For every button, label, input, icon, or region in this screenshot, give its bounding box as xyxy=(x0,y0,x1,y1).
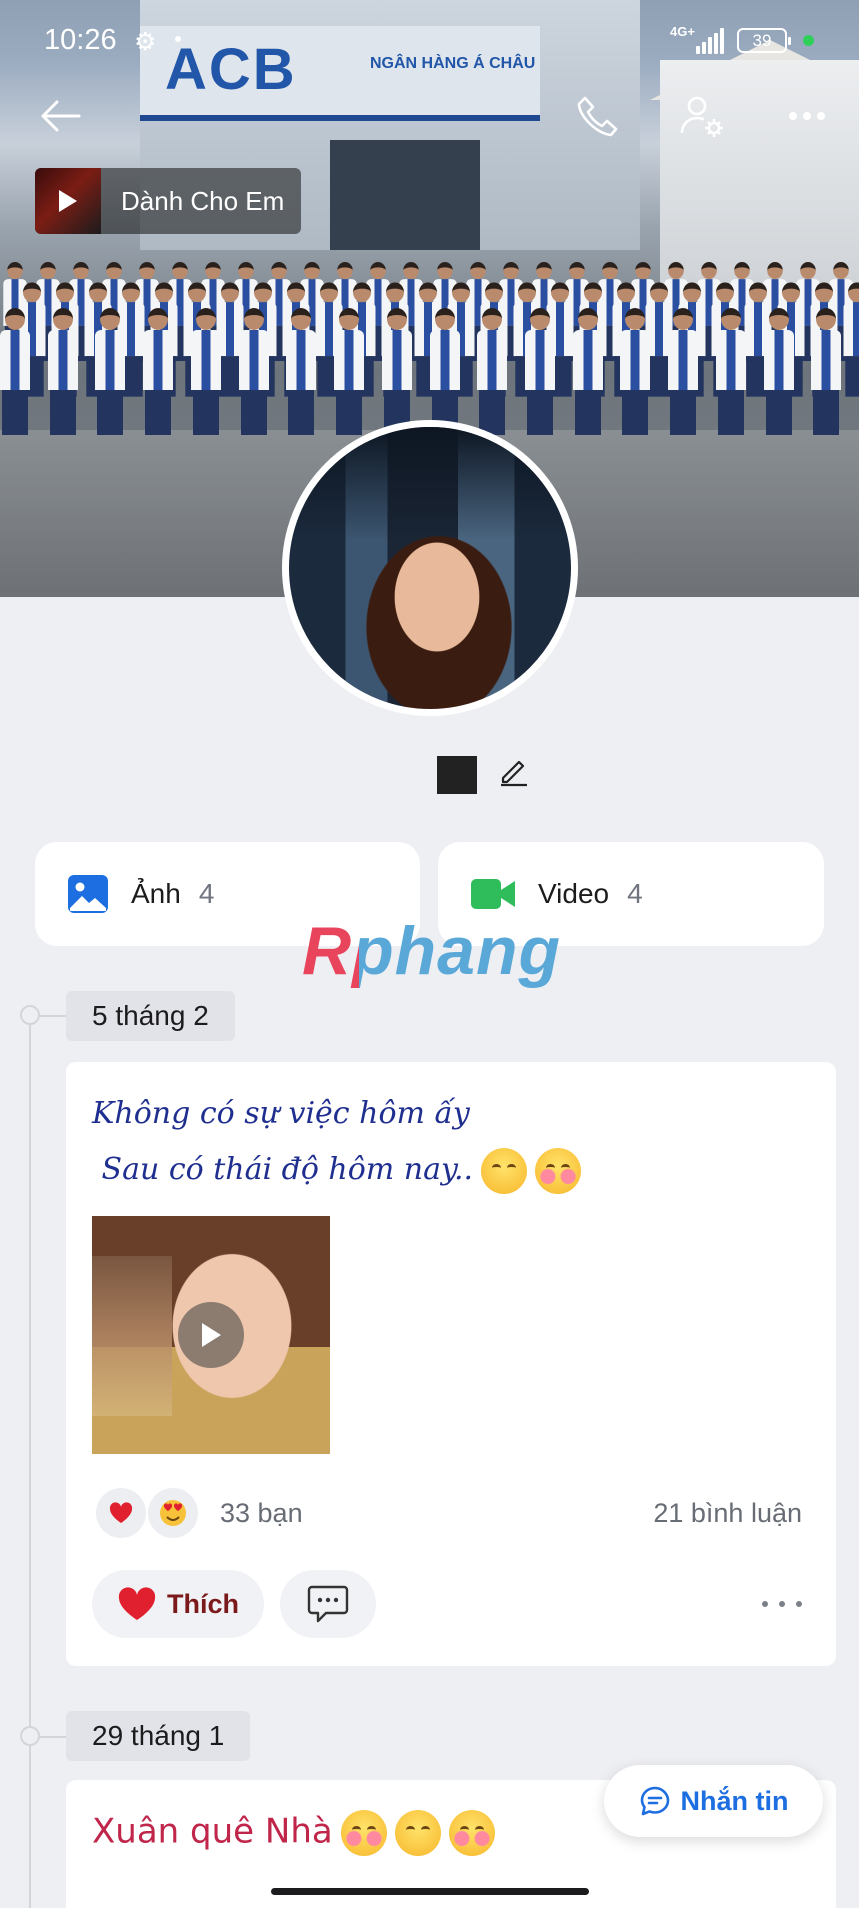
cover-person xyxy=(811,308,842,435)
cover-person xyxy=(381,308,412,435)
date-chip: 5 tháng 2 xyxy=(66,991,235,1041)
cover-person xyxy=(620,308,651,435)
status-network: 4G+ xyxy=(670,24,695,39)
cover-bank-name: NGÂN HÀNG Á CHÂU xyxy=(370,55,536,72)
post-text: Xuân quê Nhà xyxy=(92,1810,495,1856)
blush-emoji-icon xyxy=(340,1810,387,1856)
like-label: Thích xyxy=(167,1588,239,1619)
status-settings-icon: ⚙ xyxy=(134,28,157,56)
timeline-line xyxy=(29,1015,31,1908)
reactions-summary[interactable]: 33 bạn xyxy=(96,1488,303,1538)
smile-emoji-icon xyxy=(394,1810,441,1856)
reactions-count: 33 bạn xyxy=(220,1497,303,1528)
cover-crowd xyxy=(0,230,859,435)
home-indicator[interactable] xyxy=(271,1888,589,1895)
heart-icon xyxy=(118,1587,156,1620)
cover-sign-text: ACB xyxy=(165,37,297,102)
back-arrow-icon[interactable] xyxy=(34,90,86,142)
cover-person xyxy=(668,308,699,435)
cover-person xyxy=(334,308,365,435)
heart-eyes-reaction-icon xyxy=(148,1488,198,1538)
tab-videos-label: Video xyxy=(538,878,610,909)
timeline-dot xyxy=(20,1005,40,1025)
post-text-line2: Sau có thái độ hôm nay.. xyxy=(92,1152,474,1187)
redacted-name-block xyxy=(437,756,477,794)
like-button[interactable]: Thích xyxy=(92,1570,264,1638)
play-icon[interactable] xyxy=(178,1302,244,1368)
message-button[interactable]: Nhắn tin xyxy=(604,1765,823,1837)
chat-bubble-icon xyxy=(640,1786,669,1816)
cover-person xyxy=(190,308,221,435)
timeline-dot xyxy=(20,1726,40,1746)
comment-icon xyxy=(307,1585,349,1623)
battery-icon: 39 xyxy=(737,28,791,53)
watermark: Rphang xyxy=(302,913,562,989)
cover-person xyxy=(0,308,30,435)
music-title: Dành Cho Em xyxy=(121,185,285,216)
status-dot-icon xyxy=(175,36,181,42)
comments-count[interactable]: 21 bình luận xyxy=(653,1498,802,1529)
video-camera-icon xyxy=(471,879,515,909)
cover-person xyxy=(477,308,508,435)
smile-emoji-icon xyxy=(481,1148,528,1194)
message-button-label: Nhắn tin xyxy=(680,1785,789,1816)
cover-person xyxy=(572,308,603,435)
post-text-content: Xuân quê Nhà xyxy=(92,1811,333,1852)
post-more-icon[interactable] xyxy=(762,1592,802,1616)
cover-person xyxy=(95,308,126,435)
post-video-thumbnail[interactable] xyxy=(92,1216,330,1454)
post-card[interactable]: Không có sự việc hôm ấy Sau có thái độ h… xyxy=(66,1062,836,1666)
post-text: Không có sự việc hôm ấy Sau có thái độ h… xyxy=(92,1086,582,1198)
user-settings-icon[interactable] xyxy=(676,90,728,142)
cover-person xyxy=(763,308,794,435)
profile-music-chip[interactable]: Dành Cho Em xyxy=(35,168,301,234)
status-indicator-icon xyxy=(803,35,814,46)
play-icon xyxy=(59,190,77,212)
cover-person xyxy=(429,308,460,435)
cover-person xyxy=(843,282,859,397)
cover-person xyxy=(47,308,78,435)
pencil-edit-icon[interactable] xyxy=(497,754,531,788)
heart-reaction-icon xyxy=(96,1488,146,1538)
timeline-connector xyxy=(40,1736,66,1738)
music-thumbnail xyxy=(35,168,101,234)
tab-videos-count: 4 xyxy=(627,878,643,909)
more-options-icon[interactable] xyxy=(781,90,833,142)
timeline-connector xyxy=(40,1015,66,1017)
post-text-line1: Không có sự việc hôm ấy xyxy=(92,1096,470,1131)
phone-icon[interactable] xyxy=(571,90,623,142)
cover-person xyxy=(715,308,746,435)
cover-person xyxy=(524,308,555,435)
avatar[interactable] xyxy=(282,420,578,716)
cover-person xyxy=(143,308,174,435)
signal-icon xyxy=(696,28,726,54)
cover-person xyxy=(238,308,269,435)
tab-photos-count: 4 xyxy=(198,878,215,909)
cover-person xyxy=(286,308,317,435)
blush-emoji-icon xyxy=(535,1148,582,1194)
comment-button[interactable] xyxy=(280,1570,376,1638)
tab-photos-label: Ảnh xyxy=(131,878,181,909)
blush-emoji-icon xyxy=(448,1810,495,1856)
image-icon xyxy=(68,875,108,913)
status-time: 10:26 xyxy=(44,24,117,56)
date-chip: 29 tháng 1 xyxy=(66,1711,251,1761)
